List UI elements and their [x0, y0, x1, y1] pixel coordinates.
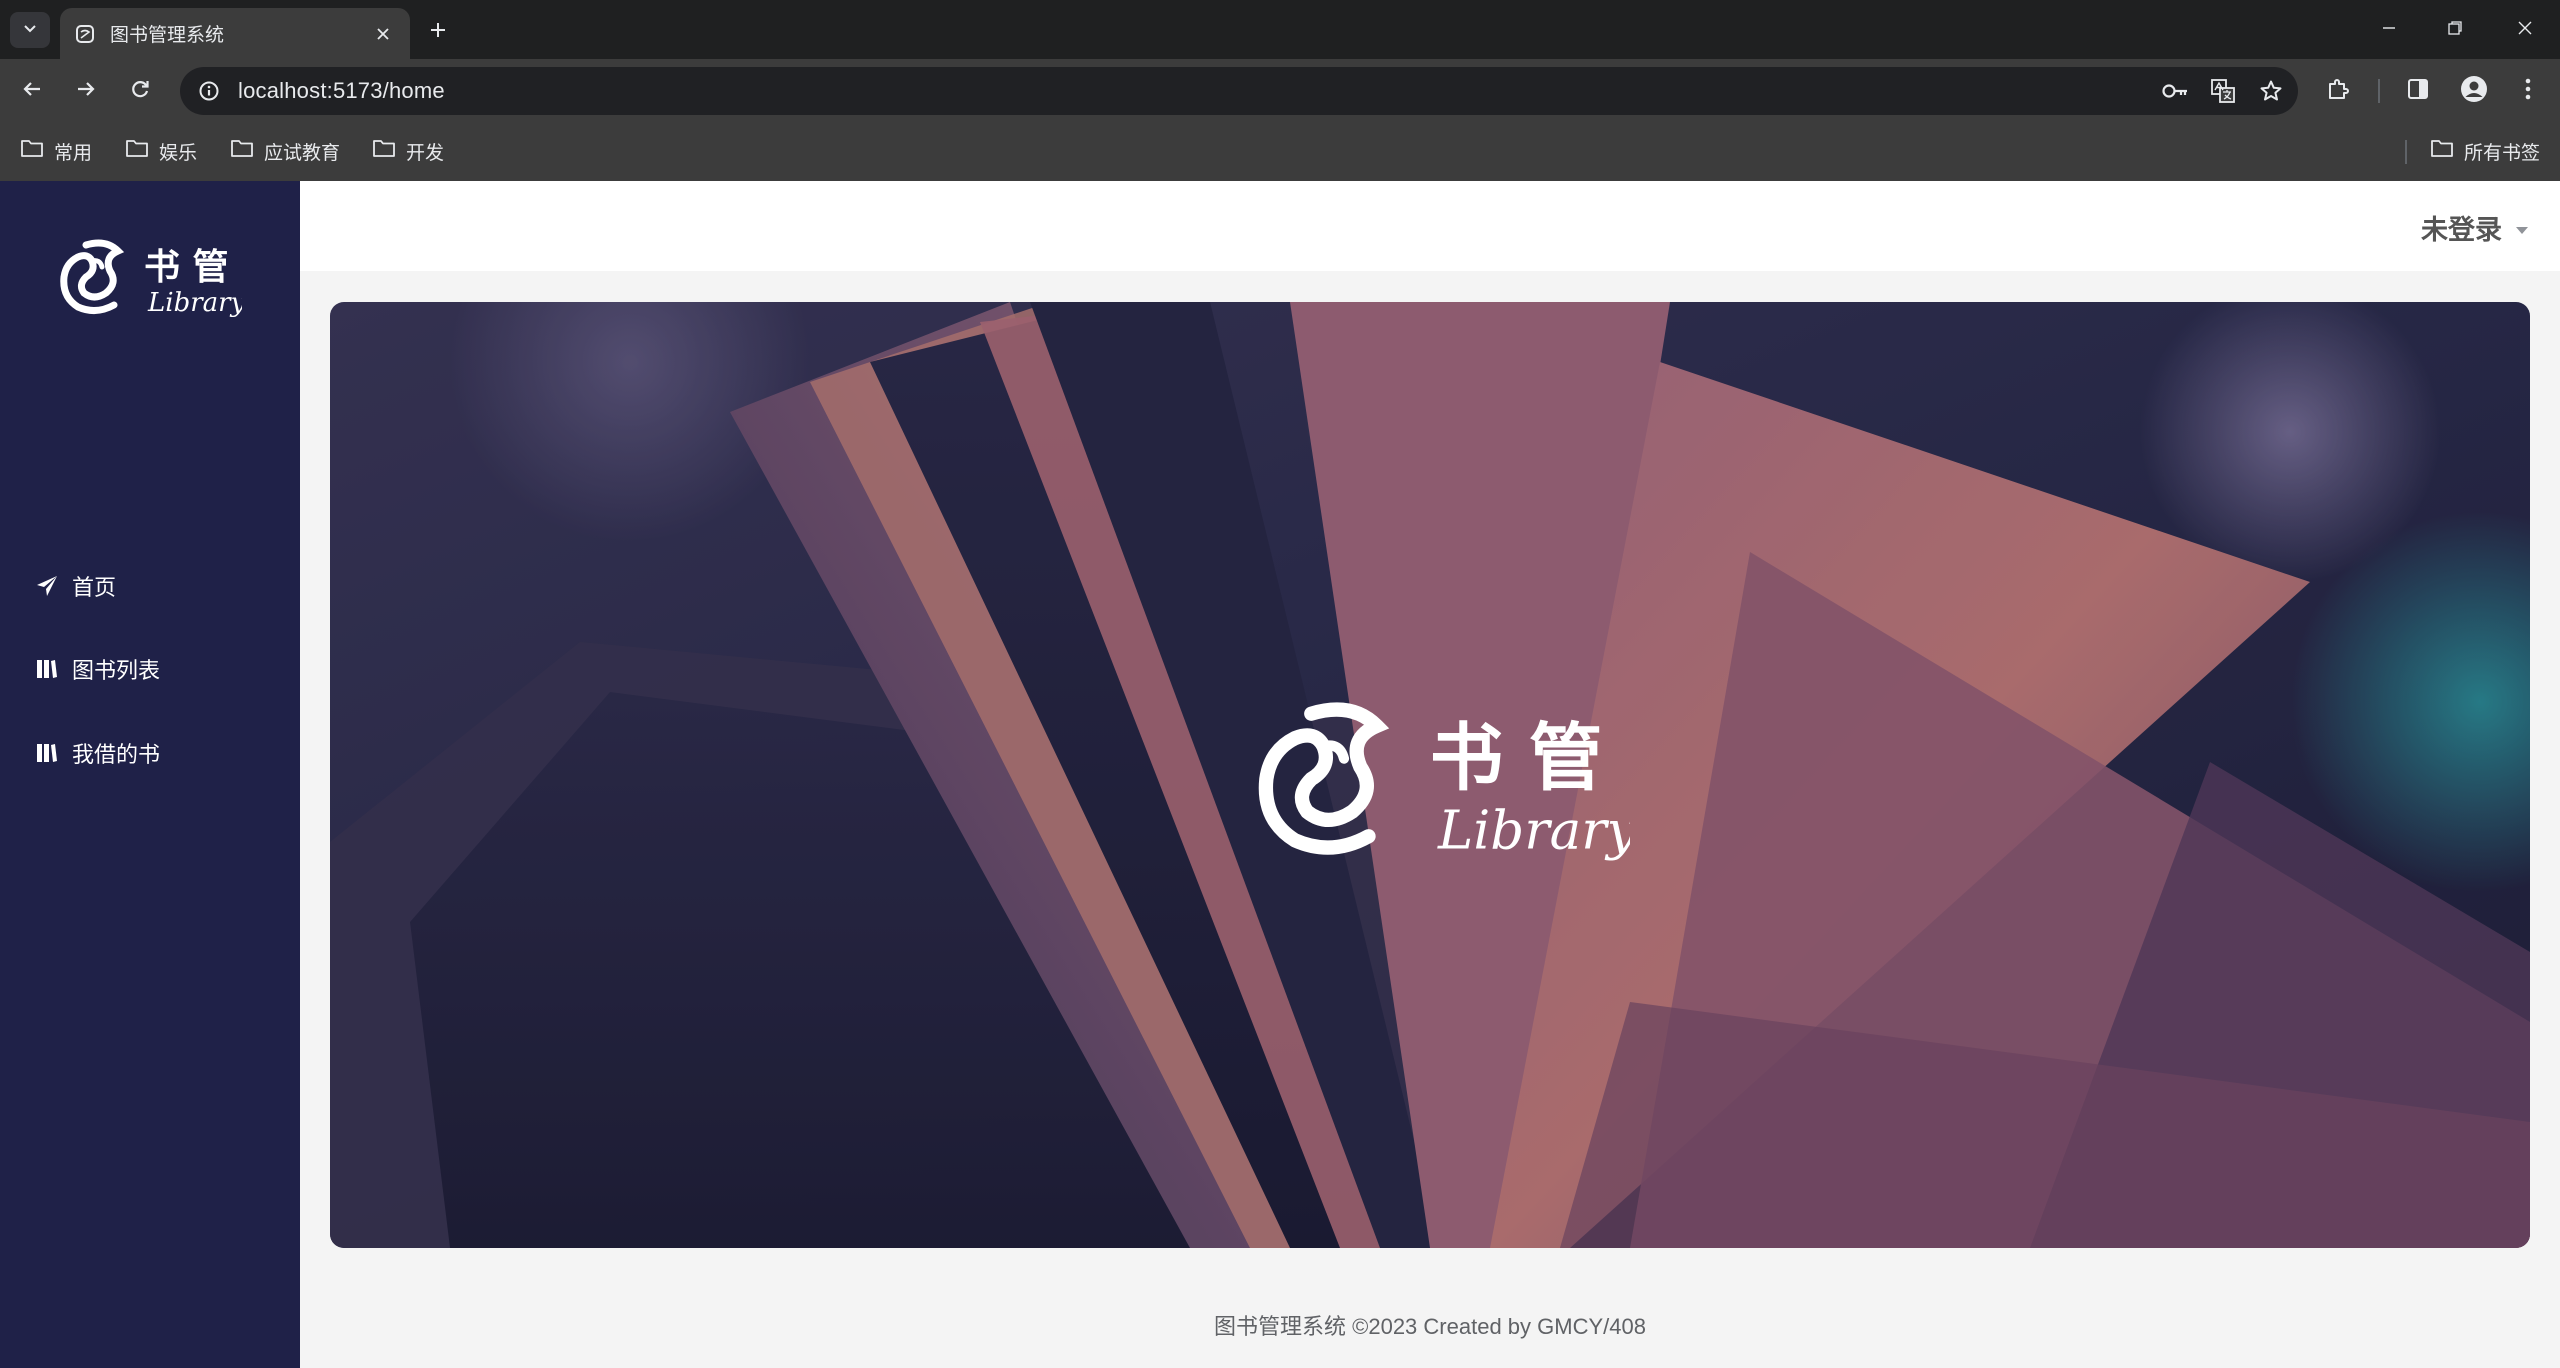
url-text: localhost:5173/home — [238, 78, 445, 103]
chevron-down-icon — [22, 20, 38, 41]
site-info-icon[interactable] — [194, 76, 224, 106]
books-icon — [36, 658, 58, 680]
menu-item-book-list[interactable]: 图书列表 — [0, 634, 300, 704]
menu-label: 我借的书 — [72, 742, 161, 767]
translate-icon[interactable] — [2206, 74, 2240, 108]
reload-button[interactable] — [120, 71, 160, 111]
restore-icon — [2447, 20, 2463, 41]
puzzle-icon — [2326, 77, 2350, 106]
minimize-button[interactable] — [2364, 10, 2414, 50]
bookmark-folder[interactable]: 常用 — [20, 134, 92, 168]
user-dropdown[interactable]: 未登录 — [2421, 207, 2530, 247]
bookmark-folder[interactable]: 开发 — [372, 134, 444, 168]
user-status-label: 未登录 — [2421, 214, 2502, 245]
tab-search-button[interactable] — [10, 12, 50, 48]
close-window-button[interactable] — [2500, 10, 2550, 50]
app-logo[interactable]: 书 管 Library — [56, 231, 246, 321]
new-tab-button[interactable] — [420, 14, 456, 50]
bookmark-label: 应试教育 — [264, 142, 341, 164]
bookmark-folder[interactable]: 应试教育 — [230, 134, 340, 168]
banner-logo-script: Library — [1437, 800, 1630, 862]
menu-item-home[interactable]: 首页 — [0, 551, 300, 621]
bookmarks-bar: 常用 娱乐 应试教育 开发 所有书签 — [0, 122, 2560, 181]
profile-icon — [2460, 75, 2488, 108]
star-icon[interactable] — [2254, 74, 2288, 108]
banner-logo: 书 管 Library — [1250, 682, 1638, 872]
close-icon — [2517, 20, 2533, 41]
tab-title: 图书管理系统 — [110, 25, 225, 46]
tab-favicon-icon — [74, 23, 96, 45]
forward-button[interactable] — [66, 71, 106, 111]
menu-label: 图书列表 — [72, 658, 161, 683]
caret-down-icon — [2514, 212, 2530, 243]
side-panel-icon — [2406, 77, 2430, 106]
more-vert-icon — [2524, 77, 2532, 106]
menu-item-my-borrowed[interactable]: 我借的书 — [0, 718, 300, 788]
bookmark-label: 常用 — [54, 142, 93, 164]
hero-banner: 书 管 Library — [330, 302, 2530, 1248]
books-icon — [36, 742, 58, 764]
folder-icon — [372, 138, 396, 164]
restore-button[interactable] — [2430, 10, 2480, 50]
folder-icon — [20, 138, 44, 164]
reload-icon — [129, 78, 151, 105]
logo-chars: 书 管 — [144, 246, 229, 288]
browser-menu-button[interactable] — [2508, 71, 2548, 111]
arrow-left-icon — [21, 78, 43, 105]
menu-label: 首页 — [72, 575, 117, 600]
bookmark-label: 开发 — [406, 142, 445, 164]
profile-button[interactable] — [2454, 71, 2494, 111]
folder-icon — [125, 138, 149, 164]
toolbar-divider — [2378, 79, 2380, 103]
bookmark-label: 娱乐 — [159, 142, 198, 164]
back-button[interactable] — [12, 71, 52, 111]
all-bookmarks-folder[interactable]: 所有书签 — [2430, 134, 2540, 168]
all-bookmarks-label: 所有书签 — [2464, 142, 2541, 164]
folder-icon — [2430, 138, 2454, 164]
key-icon[interactable] — [2158, 74, 2192, 108]
footer-text: 图书管理系统 ©2023 Created by GMCY/408 — [1214, 1314, 1646, 1339]
browser-toolbar: localhost:5173/home — [0, 59, 2560, 122]
sidebar: 书 管 Library 首页 图书列表 我借的书 — [0, 181, 300, 1368]
logo-script: Library — [147, 288, 242, 318]
bookmarks-divider — [2405, 140, 2407, 164]
side-panel-button[interactable] — [2398, 71, 2438, 111]
folder-icon — [230, 138, 254, 164]
tab-close-icon[interactable] — [370, 21, 396, 47]
arrow-right-icon — [75, 78, 97, 105]
minimize-icon — [2381, 20, 2397, 41]
banner-logo-chars: 书 管 — [1430, 715, 1603, 801]
address-bar[interactable]: localhost:5173/home — [180, 67, 2298, 115]
extensions-button[interactable] — [2318, 71, 2358, 111]
app-header: 未登录 — [300, 181, 2560, 271]
bookmark-folder[interactable]: 娱乐 — [125, 134, 197, 168]
browser-tabstrip: 图书管理系统 — [0, 0, 2560, 59]
browser-tab-active[interactable]: 图书管理系统 — [60, 8, 410, 59]
plus-icon — [428, 20, 448, 45]
paper-plane-icon — [36, 575, 58, 597]
